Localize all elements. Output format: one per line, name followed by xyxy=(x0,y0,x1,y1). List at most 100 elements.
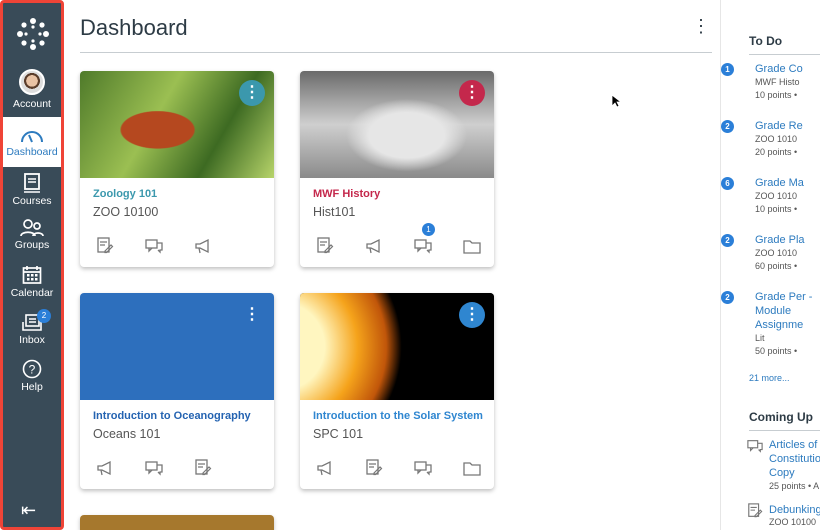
discussions-icon[interactable]: 1 xyxy=(414,223,435,260)
unread-badge: 1 xyxy=(422,223,435,236)
discussions-icon[interactable] xyxy=(414,459,432,482)
nav-inbox[interactable]: 2 Inbox xyxy=(3,309,61,346)
todo-meta: 10 points • xyxy=(755,204,798,214)
todo-item[interactable]: 2 Grade Pla ZOO 1010 60 points • xyxy=(721,233,820,273)
course-card[interactable]: ⋮ MWF History Hist101 1 xyxy=(300,71,494,267)
coming-up-heading: Coming Up xyxy=(749,410,813,424)
assignment-icon xyxy=(747,503,763,524)
announcements-icon[interactable] xyxy=(194,237,212,260)
global-navigation: Account Dashboard Courses Groups Calenda… xyxy=(0,0,64,530)
nav-label: Calendar xyxy=(10,287,54,299)
todo-count-badge: 1 xyxy=(721,63,734,76)
announcements-icon[interactable] xyxy=(316,459,334,482)
course-card[interactable]: ⋮ Zoology 101 ZOO 10100 xyxy=(80,71,274,267)
course-card-image[interactable] xyxy=(80,515,274,530)
nav-dashboard[interactable]: Dashboard xyxy=(3,117,61,167)
course-card-image[interactable]: ⋮ xyxy=(300,293,494,400)
page-title: Dashboard xyxy=(80,15,188,40)
coming-up-meta: 25 points • A xyxy=(769,481,820,491)
inbox-badge: 2 xyxy=(37,309,51,323)
card-options-button[interactable]: ⋮ xyxy=(459,302,485,328)
todo-item[interactable]: 6 Grade Ma ZOO 1010 10 points • xyxy=(721,176,820,216)
todo-item[interactable]: 2 Grade Re ZOO 1010 20 points • xyxy=(721,119,820,159)
todo-item[interactable]: 2 Grade Per - Module Assignme Lit 50 points… xyxy=(721,290,820,358)
course-card-image[interactable]: ⋮ xyxy=(300,71,494,178)
todo-title[interactable]: Grade Pla xyxy=(755,233,820,247)
nav-courses[interactable]: Courses xyxy=(3,173,61,207)
coming-up-item[interactable]: Articles of C Constitutio Copy25 points … xyxy=(747,438,820,493)
course-code: Hist101 xyxy=(313,205,356,219)
course-card-image[interactable]: ⋮ xyxy=(80,71,274,178)
course-card[interactable]: ⋮ Introduction to the Solar System SPC 1… xyxy=(300,293,494,489)
dashboard-options-button[interactable]: ⋮ xyxy=(692,16,710,37)
canvas-logo-icon[interactable] xyxy=(16,17,50,51)
coming-up-item[interactable]: Debunking ZOO 10100 xyxy=(748,503,820,528)
course-code: SPC 101 xyxy=(313,427,364,441)
nav-label: Groups xyxy=(14,239,50,251)
announcements-icon[interactable] xyxy=(365,237,383,260)
discussion-icon xyxy=(747,438,763,459)
todo-more-link[interactable]: 21 more... xyxy=(749,373,790,383)
todo-course: ZOO 1010 xyxy=(755,191,798,201)
course-title[interactable]: Introduction to Oceanography xyxy=(93,410,251,422)
assignments-icon[interactable] xyxy=(316,237,334,260)
nav-label: Courses xyxy=(12,195,52,207)
divider xyxy=(80,52,712,53)
nav-groups[interactable]: Groups xyxy=(3,219,61,251)
divider xyxy=(749,54,820,55)
course-title[interactable]: Introduction to the Solar System xyxy=(313,410,483,422)
mouse-cursor-icon xyxy=(611,94,621,108)
assignments-icon[interactable] xyxy=(96,237,114,260)
discussions-icon[interactable] xyxy=(145,459,163,482)
nav-calendar[interactable]: Calendar xyxy=(3,265,61,299)
nav-label: Account xyxy=(13,98,51,110)
todo-count-badge: 6 xyxy=(721,177,734,190)
todo-course: Lit xyxy=(755,333,765,343)
nav-help[interactable]: ? Help xyxy=(3,359,61,393)
card-options-button[interactable]: ⋮ xyxy=(239,302,265,328)
todo-title[interactable]: Grade Ma xyxy=(755,176,820,190)
todo-count-badge: 2 xyxy=(721,291,734,304)
avatar xyxy=(19,69,45,95)
course-title[interactable]: MWF History xyxy=(313,188,380,200)
nav-label: Inbox xyxy=(19,334,45,346)
todo-title[interactable]: Grade Re xyxy=(755,119,820,133)
todo-course: MWF Histo xyxy=(755,77,800,87)
todo-heading: To Do xyxy=(749,34,783,48)
todo-meta: 60 points • xyxy=(755,261,798,271)
coming-up-title[interactable]: Articles of C Constitutio Copy xyxy=(769,438,820,480)
todo-item[interactable]: 1 Grade Co MWF Histo 10 points • xyxy=(721,62,820,102)
nav-account[interactable]: Account xyxy=(3,69,61,110)
coming-up-title[interactable]: Debunking xyxy=(769,503,820,517)
todo-title[interactable]: Grade Co xyxy=(755,62,820,76)
coming-up-meta: ZOO 10100 xyxy=(769,517,817,527)
card-options-button[interactable]: ⋮ xyxy=(459,80,485,106)
groups-icon xyxy=(20,219,44,237)
assignments-icon[interactable] xyxy=(365,459,383,482)
svg-text:?: ? xyxy=(29,363,36,377)
dashboard-icon xyxy=(21,131,43,143)
todo-meta: 20 points • xyxy=(755,147,798,157)
calendar-icon xyxy=(22,266,42,284)
card-options-button[interactable]: ⋮ xyxy=(239,80,265,106)
files-icon[interactable] xyxy=(463,459,481,482)
files-icon[interactable] xyxy=(463,237,481,260)
nav-label: Dashboard xyxy=(6,146,58,158)
announcements-icon[interactable] xyxy=(96,459,114,482)
courses-icon xyxy=(24,173,40,193)
todo-course: ZOO 1010 xyxy=(755,134,798,144)
todo-meta: 10 points • xyxy=(755,90,798,100)
assignments-icon[interactable] xyxy=(194,459,212,482)
collapse-nav-button[interactable]: ⇤ xyxy=(21,500,36,521)
todo-course: ZOO 1010 xyxy=(755,248,798,258)
divider xyxy=(749,430,820,431)
todo-title[interactable]: Grade Per - Module Assignme xyxy=(755,290,820,332)
course-card[interactable]: ⋮ Introduction to Oceanography Oceans 10… xyxy=(80,293,274,489)
course-card-partial[interactable] xyxy=(80,515,274,530)
course-code: Oceans 101 xyxy=(93,427,161,441)
course-card-image[interactable]: ⋮ xyxy=(80,293,274,400)
discussions-icon[interactable] xyxy=(145,237,163,260)
right-sidebar: To Do 1 Grade Co MWF Histo 10 points • 2 Grad… xyxy=(720,0,820,530)
course-title[interactable]: Zoology 101 xyxy=(93,188,157,200)
todo-count-badge: 2 xyxy=(721,234,734,247)
